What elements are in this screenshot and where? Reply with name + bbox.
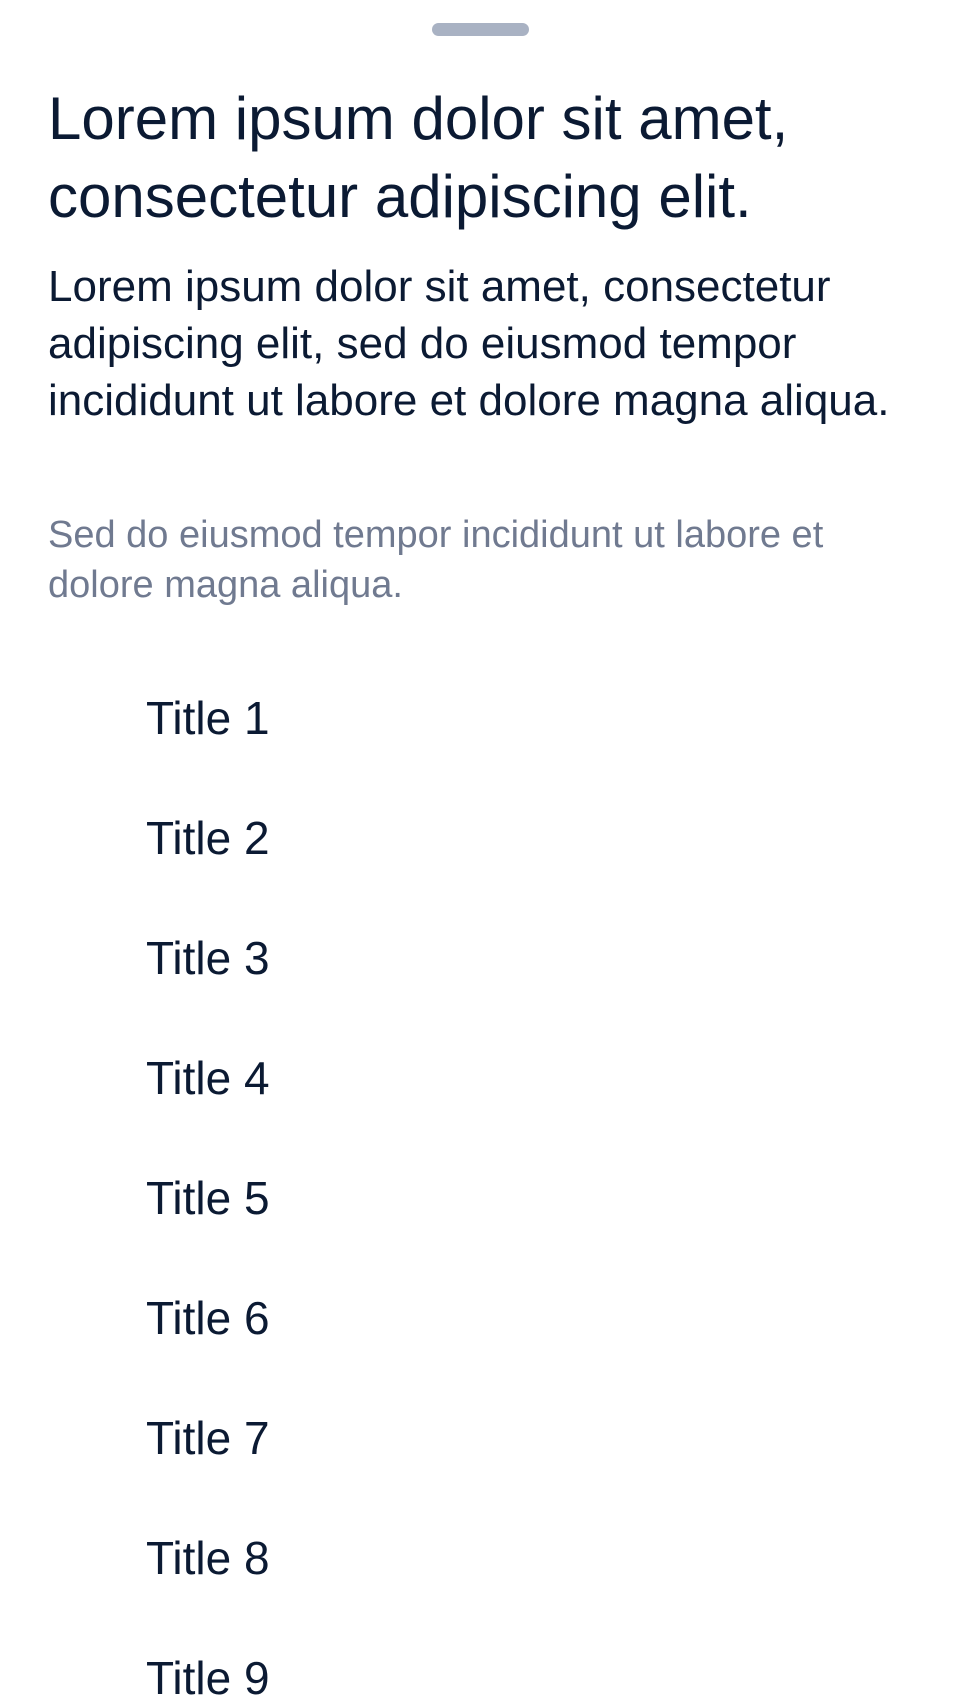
- list-item[interactable]: Title 4: [0, 1018, 960, 1138]
- list-item-label: Title 6: [146, 1292, 270, 1344]
- list-item[interactable]: Title 6: [0, 1258, 960, 1378]
- list-item[interactable]: Title 5: [0, 1138, 960, 1258]
- bottom-sheet: Lorem ipsum dolor sit amet, consectetur …: [0, 0, 960, 1704]
- list-item[interactable]: Title 2: [0, 778, 960, 898]
- list-item[interactable]: Title 8: [0, 1498, 960, 1618]
- list-item-label: Title 2: [146, 812, 270, 864]
- options-list: Title 1 Title 2 Title 3 Title 4 Title 5 …: [0, 658, 960, 1704]
- sheet-title: Lorem ipsum dolor sit amet, consectetur …: [48, 85, 789, 230]
- list-item-label: Title 9: [146, 1652, 270, 1704]
- sheet-body-text: Lorem ipsum dolor sit amet, consectetur …: [48, 262, 890, 425]
- list-item-label: Title 8: [146, 1532, 270, 1584]
- list-item[interactable]: Title 1: [0, 658, 960, 778]
- list-item[interactable]: Title 9: [0, 1618, 960, 1704]
- list-item-label: Title 4: [146, 1052, 270, 1104]
- sheet-grabber-handle[interactable]: [432, 23, 529, 36]
- list-item-label: Title 7: [146, 1412, 270, 1464]
- sheet-secondary-text: Sed do eiusmod tempor incididunt ut labo…: [48, 514, 824, 606]
- list-item-label: Title 1: [146, 692, 270, 744]
- list-item-label: Title 3: [146, 932, 270, 984]
- list-item[interactable]: Title 3: [0, 898, 960, 1018]
- list-item[interactable]: Title 7: [0, 1378, 960, 1498]
- list-item-label: Title 5: [146, 1172, 270, 1224]
